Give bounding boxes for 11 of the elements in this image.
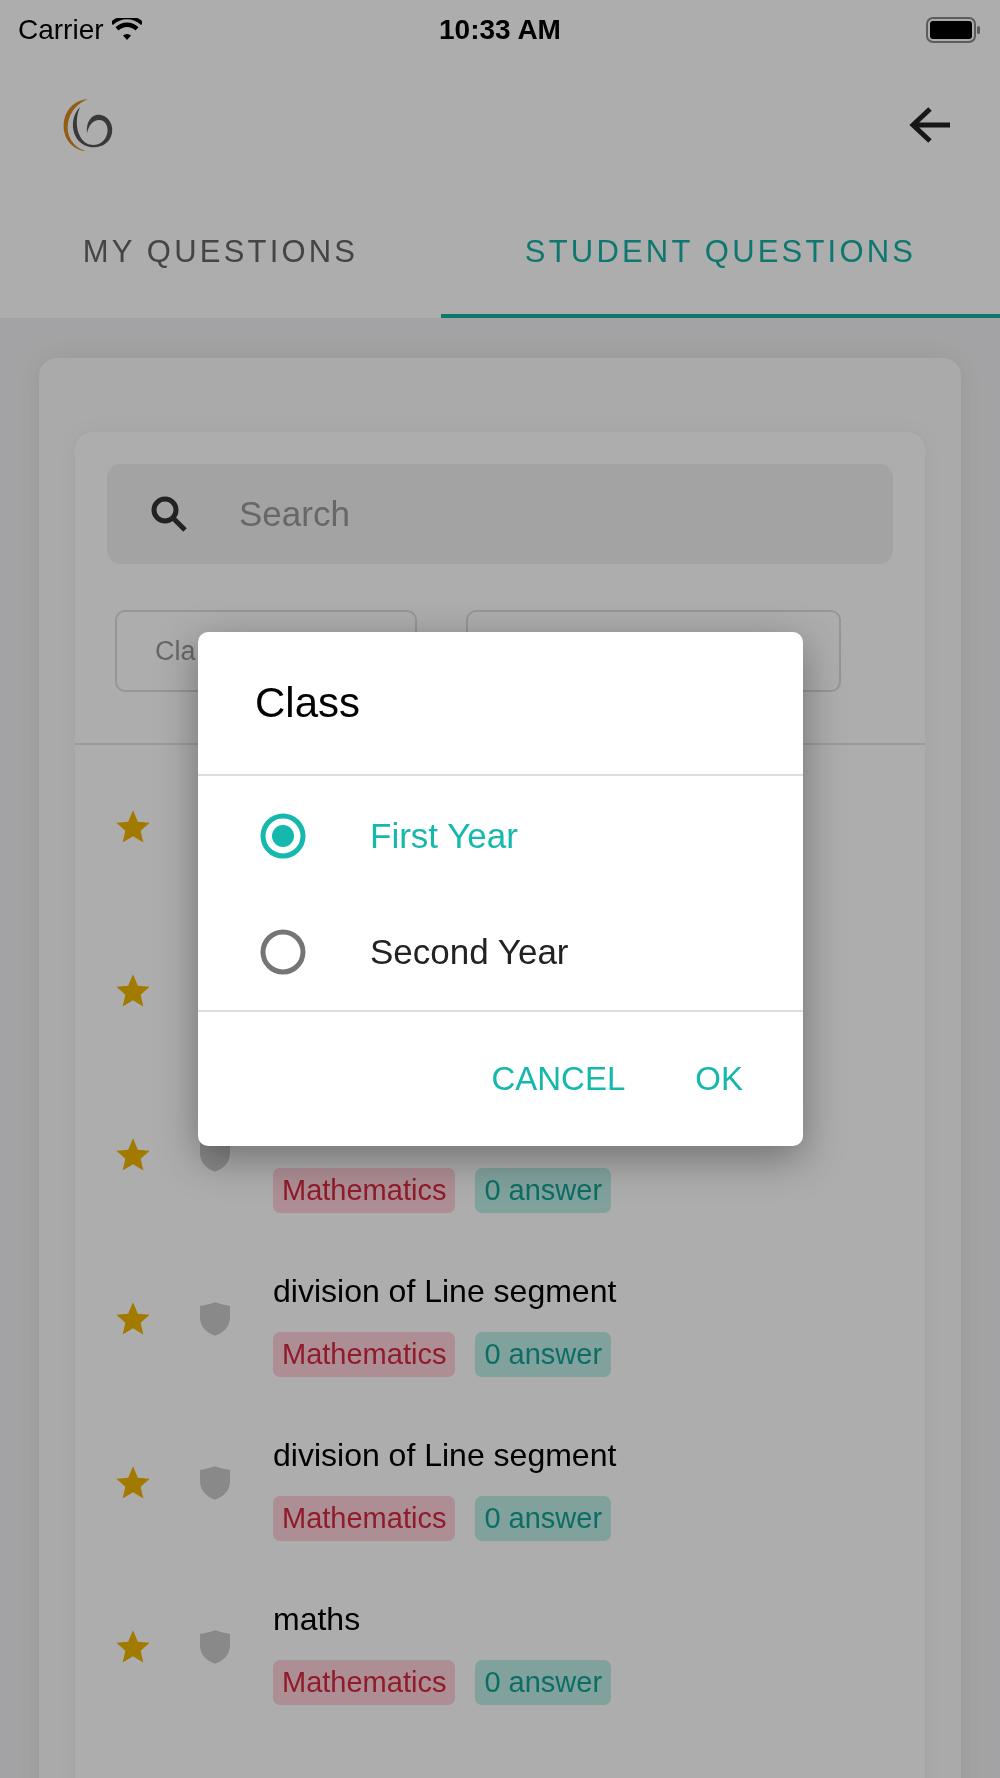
tag: Mathematics	[273, 1168, 456, 1213]
carrier-label: Carrier	[18, 14, 104, 46]
tag: Mathematics	[273, 1496, 456, 1541]
tag: 0 answer	[475, 1332, 612, 1377]
tag: Mathematics	[273, 1332, 456, 1377]
dialog-title: Class	[255, 679, 361, 727]
tag: 0 answer	[475, 1496, 612, 1541]
tag: 0 answer	[475, 1168, 612, 1213]
tag: 0 answer	[475, 1660, 612, 1705]
tag: Mathematics	[273, 1660, 456, 1705]
clock-time: 10:33 AM	[439, 14, 561, 46]
